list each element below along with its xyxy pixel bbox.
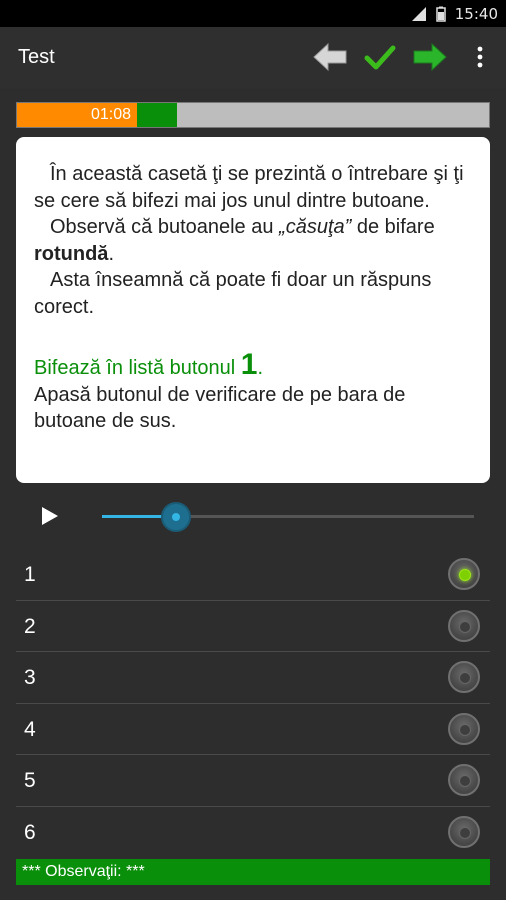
question-text-2-mid: de bifare bbox=[351, 216, 435, 238]
audio-player bbox=[0, 493, 506, 539]
radio-button[interactable] bbox=[448, 764, 480, 796]
answer-option-label: 3 bbox=[24, 666, 36, 689]
radio-button[interactable] bbox=[448, 712, 480, 745]
question-text-2-bold: rotundă bbox=[34, 242, 109, 265]
answer-options-list: 1 2 3 4 5 6 bbox=[16, 549, 490, 858]
observations-bar[interactable]: *** Observaţii: *** bbox=[16, 859, 490, 885]
question-text-2: Observă că butoanele au „căsuţa” de bifa… bbox=[34, 214, 472, 267]
answer-option-6[interactable]: 6 bbox=[16, 807, 490, 859]
back-button[interactable] bbox=[310, 39, 350, 75]
answer-option-2[interactable]: 2 bbox=[16, 601, 490, 652]
instruction-prefix: Bifează în listă butonul bbox=[34, 357, 241, 379]
radio-dot bbox=[459, 775, 471, 787]
overflow-menu-button[interactable] bbox=[462, 39, 498, 75]
question-text-2-prefix: Observă că butoanele au bbox=[50, 216, 280, 238]
instruction-number: 1 bbox=[240, 348, 258, 381]
overflow-menu-icon bbox=[477, 46, 483, 68]
question-card: În această casetă ţi se prezintă o între… bbox=[16, 137, 490, 483]
back-arrow-icon bbox=[313, 42, 347, 72]
radio-button[interactable] bbox=[448, 815, 480, 848]
question-text-1: În această casetă ţi se prezintă o între… bbox=[34, 163, 464, 212]
radio-button[interactable] bbox=[448, 609, 480, 642]
timer-progress-marker bbox=[137, 103, 177, 127]
answer-option-label: 2 bbox=[24, 614, 36, 638]
hint-text: Apasă butonul de verificare de pe bara d… bbox=[34, 383, 406, 433]
next-button[interactable] bbox=[410, 39, 450, 75]
forward-arrow-icon bbox=[413, 42, 447, 72]
answer-option-label: 5 bbox=[24, 769, 36, 792]
status-icons: 15:40 bbox=[411, 4, 498, 24]
action-bar: Test bbox=[0, 27, 506, 89]
verify-button[interactable] bbox=[360, 39, 400, 75]
status-bar: 15:40 bbox=[0, 0, 506, 27]
seek-bar-thumb[interactable] bbox=[161, 502, 192, 532]
radio-dot bbox=[459, 672, 471, 684]
status-time: 15:40 bbox=[454, 5, 498, 23]
radio-dot bbox=[459, 620, 471, 633]
radio-dot bbox=[459, 723, 471, 736]
answer-option-4[interactable]: 4 bbox=[16, 704, 490, 755]
question-text-2-suffix: . bbox=[108, 242, 114, 265]
question-text-3: Asta înseamnă că poate fi doar un răspun… bbox=[34, 269, 432, 318]
answer-option-5[interactable]: 5 bbox=[16, 755, 490, 807]
answer-option-label: 6 bbox=[24, 820, 36, 844]
question-text-2-italic: „căsuţa” bbox=[279, 216, 352, 238]
battery-icon bbox=[436, 6, 446, 22]
answer-option-3[interactable]: 3 bbox=[16, 652, 490, 704]
instruction-suffix: . bbox=[257, 357, 264, 379]
page-title: Test bbox=[18, 46, 55, 68]
answer-option-label: 1 bbox=[24, 563, 36, 586]
check-icon bbox=[364, 45, 396, 70]
seek-bar-track[interactable] bbox=[102, 515, 474, 518]
answer-option-label: 4 bbox=[24, 717, 36, 741]
radio-dot bbox=[459, 569, 471, 581]
timer-elapsed: 01:08 bbox=[17, 103, 137, 127]
radio-button[interactable] bbox=[448, 558, 480, 590]
play-icon[interactable] bbox=[38, 505, 62, 527]
radio-dot bbox=[459, 826, 471, 839]
answer-option-1[interactable]: 1 bbox=[16, 549, 490, 601]
timer-progress-bar: 01:08 bbox=[16, 102, 490, 128]
instruction-text: Bifează în listă butonul 1. bbox=[34, 350, 472, 382]
radio-button[interactable] bbox=[448, 661, 480, 693]
signal-icon bbox=[411, 7, 426, 21]
